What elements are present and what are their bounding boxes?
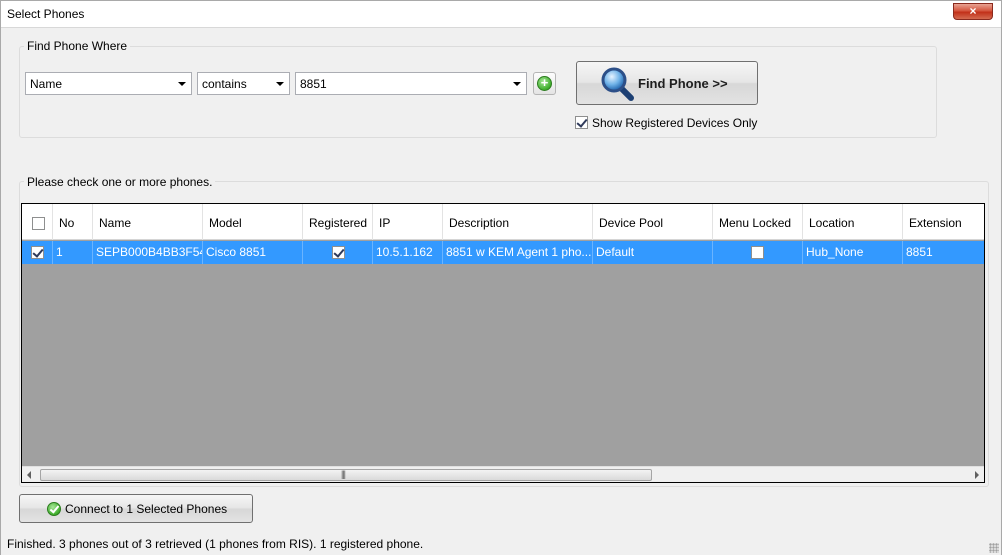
magnifier-icon <box>601 67 634 101</box>
column-header-device-pool[interactable]: Device Pool <box>593 204 713 240</box>
show-registered-checkbox[interactable] <box>575 116 588 129</box>
cell-menu-locked <box>713 241 803 264</box>
scrollbar-thumb[interactable]: ||| <box>40 469 652 481</box>
header-select-all-cell <box>22 204 53 240</box>
column-header-ip[interactable]: IP <box>373 204 443 240</box>
add-icon: + <box>537 76 552 91</box>
close-button[interactable]: × <box>953 3 993 20</box>
chevron-down-icon <box>178 82 186 86</box>
status-bar: Finished. 3 phones out of 3 retrieved (1… <box>1 533 1001 555</box>
cell-registered <box>303 241 373 264</box>
grid-header: No Name Model Registered IP Description … <box>22 204 984 240</box>
search-value-input[interactable]: 8851 <box>295 72 527 95</box>
column-header-name[interactable]: Name <box>93 204 203 240</box>
cell-model: Cisco 8851 <box>203 241 303 264</box>
horizontal-scrollbar[interactable]: ||| <box>22 466 984 482</box>
select-phones-window: Select Phones × Find Phone Where Name co… <box>0 0 1002 555</box>
field-select[interactable]: Name <box>25 72 192 95</box>
phones-grid: No Name Model Registered IP Description … <box>21 203 985 483</box>
checkmark-icon <box>47 502 61 516</box>
find-phone-legend: Find Phone Where <box>24 39 131 53</box>
title-bar: Select Phones × <box>1 1 1001 28</box>
column-header-location[interactable]: Location <box>803 204 903 240</box>
phones-legend: Please check one or more phones. <box>24 175 216 189</box>
scroll-left-icon[interactable] <box>27 471 31 479</box>
column-header-no[interactable]: No <box>53 204 93 240</box>
scroll-right-icon[interactable] <box>975 471 979 479</box>
add-criteria-button[interactable]: + <box>533 72 556 95</box>
search-value-text: 8851 <box>300 77 327 91</box>
table-row[interactable]: 1 SEPB000B4BB3F54 Cisco 8851 10.5.1.162 … <box>22 241 984 264</box>
connect-button[interactable]: Connect to 1 Selected Phones <box>19 494 253 523</box>
find-phone-button[interactable]: Find Phone >> <box>576 61 758 105</box>
find-phone-label: Find Phone >> <box>638 76 728 91</box>
cell-extension: 8851 <box>906 245 933 259</box>
column-header-menu-locked[interactable]: Menu Locked <box>713 204 803 240</box>
cell-description: 8851 w KEM Agent 1 pho... <box>443 241 593 264</box>
operator-select[interactable]: contains <box>197 72 290 95</box>
column-header-description[interactable]: Description <box>443 204 593 240</box>
row-select-checkbox[interactable] <box>31 246 44 259</box>
select-all-checkbox[interactable] <box>32 217 45 230</box>
field-select-value: Name <box>30 77 63 91</box>
column-header-extension[interactable]: Extension <box>903 204 984 240</box>
cell-location: Hub_None <box>803 241 903 264</box>
connect-button-label: Connect to 1 Selected Phones <box>65 502 228 516</box>
row-select-cell <box>22 241 53 264</box>
menu-locked-checkbox[interactable] <box>751 246 764 259</box>
cell-no: 1 <box>53 241 93 264</box>
cell-name: SEPB000B4BB3F54 <box>93 241 203 264</box>
status-text: Finished. 3 phones out of 3 retrieved (1… <box>7 537 424 551</box>
operator-select-value: contains <box>202 77 247 91</box>
chevron-down-icon <box>513 82 521 86</box>
registered-checkbox <box>332 246 345 259</box>
show-registered-label: Show Registered Devices Only <box>592 116 758 130</box>
column-header-model[interactable]: Model <box>203 204 303 240</box>
column-header-registered[interactable]: Registered <box>303 204 373 240</box>
grip-icon: ||| <box>341 469 346 479</box>
window-title: Select Phones <box>7 7 85 21</box>
resize-grip-icon[interactable] <box>989 543 999 553</box>
cell-device-pool: Default <box>593 241 713 264</box>
cell-ip: 10.5.1.162 <box>373 241 443 264</box>
chevron-down-icon <box>276 82 284 86</box>
